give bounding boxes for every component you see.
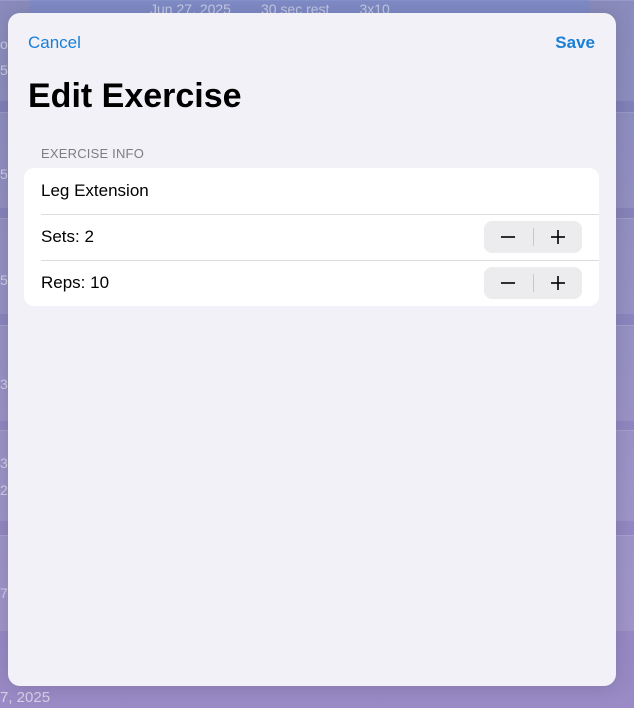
reps-label: Reps: 10	[41, 273, 110, 292]
exercise-name-row	[24, 168, 599, 214]
edit-exercise-sheet: Cancel Save Edit Exercise EXERCISE INFO …	[8, 13, 616, 686]
plus-icon	[550, 230, 565, 244]
sets-row: Sets: 2	[24, 214, 599, 260]
background-text-fragment: o	[0, 36, 8, 52]
minus-icon	[501, 282, 516, 284]
reps-row: Reps: 10	[24, 260, 599, 306]
background-text-fragment: 3	[0, 455, 8, 471]
background-text-fragment: 5	[0, 272, 8, 288]
section-header-exercise-info: EXERCISE INFO	[41, 146, 145, 161]
reps-increment-button[interactable]	[534, 267, 583, 299]
page-title: Edit Exercise	[28, 77, 242, 115]
save-button[interactable]: Save	[555, 33, 595, 53]
reps-decrement-button[interactable]	[484, 267, 533, 299]
background-text-fragment: 5	[0, 166, 8, 182]
reps-stepper	[484, 267, 582, 299]
minus-icon	[501, 236, 516, 238]
cancel-button[interactable]: Cancel	[28, 33, 81, 53]
sets-label: Sets: 2	[41, 227, 94, 246]
plus-icon	[550, 276, 565, 290]
background-footer-date: 7, 2025	[0, 689, 51, 706]
sets-decrement-button[interactable]	[484, 221, 533, 253]
sets-increment-button[interactable]	[534, 221, 583, 253]
exercise-info-group: Sets: 2 Reps: 10	[24, 168, 599, 306]
background-text-fragment: 5	[0, 62, 8, 78]
exercise-name-field[interactable]	[41, 181, 541, 201]
sets-stepper	[484, 221, 582, 253]
